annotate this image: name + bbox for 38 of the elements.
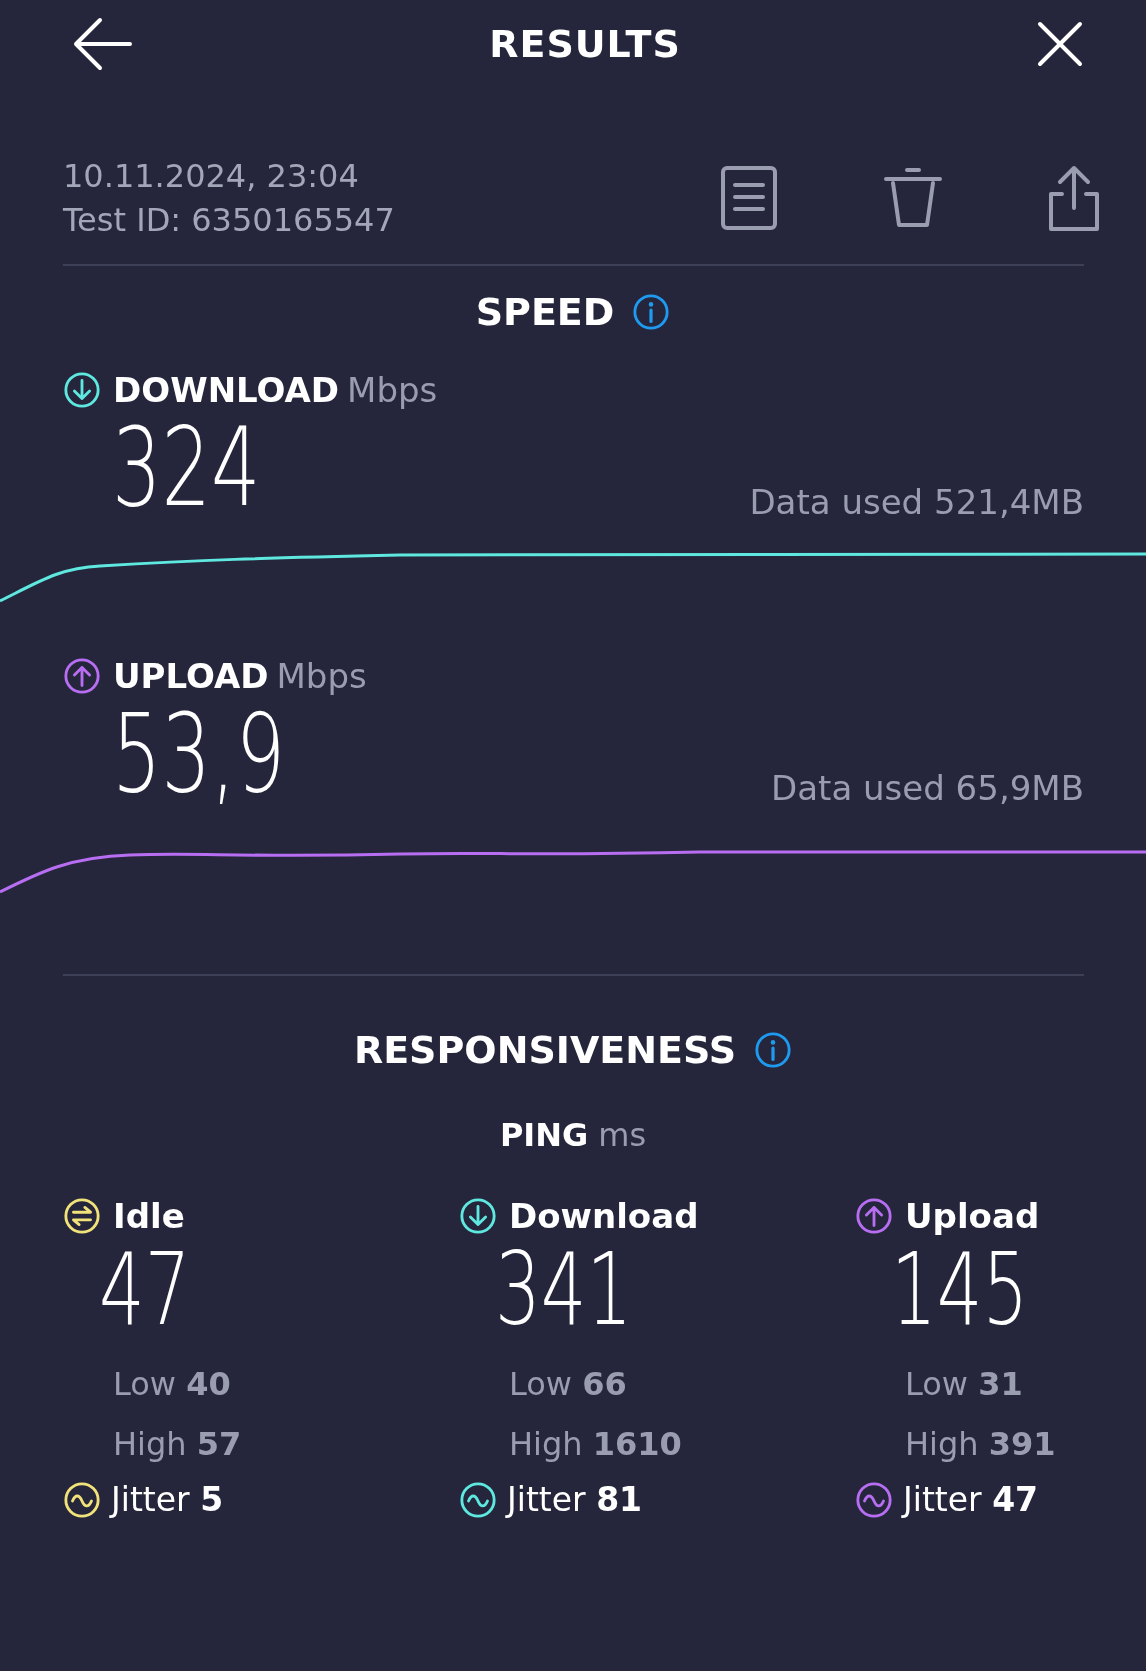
metric-label: DOWNLOAD [113, 370, 340, 410]
test-id: Test ID: 6350165547 [63, 200, 395, 241]
info-icon[interactable] [632, 293, 671, 331]
ping-high: High 1610 [508, 1424, 683, 1465]
speed-value: 324 [112, 410, 261, 526]
ping-value: 341 [494, 1236, 634, 1344]
jitter-value: Jitter 47 [903, 1480, 1039, 1519]
ping-type-label: Download [509, 1196, 699, 1236]
ping-unit: ms [598, 1116, 647, 1154]
close-icon[interactable] [1036, 20, 1084, 68]
ping-label: PING [499, 1116, 589, 1154]
data-used: Data used 521,4MB [749, 482, 1084, 524]
test-date: 10.11.2024, 23:04 [63, 156, 360, 197]
ping-value: 47 [98, 1236, 192, 1344]
data-used: Data used 65,9MB [771, 768, 1084, 810]
share-icon[interactable] [1048, 164, 1100, 232]
ping-low: Low 40 [112, 1364, 232, 1405]
jitter-value: Jitter 5 [111, 1480, 224, 1519]
ping-type-label: Idle [113, 1196, 185, 1236]
ping-low: Low 31 [904, 1364, 1024, 1405]
jitter-icon [459, 1480, 497, 1519]
ping-high: High 57 [112, 1424, 243, 1465]
speed-value: 53,9 [112, 696, 286, 812]
info-icon[interactable] [754, 1031, 793, 1069]
section-title: RESPONSIVENESS [353, 1028, 737, 1072]
metric-unit: Mbps [276, 656, 367, 696]
metric-label: UPLOAD [113, 656, 269, 696]
jitter-icon [63, 1480, 101, 1519]
ping-type-label: Upload [905, 1196, 1040, 1236]
document-icon[interactable] [720, 165, 778, 231]
ping-high: High 391 [904, 1424, 1057, 1465]
jitter-icon [855, 1480, 893, 1519]
screen-title: RESULTS [489, 22, 681, 66]
metric-unit: Mbps [347, 370, 438, 410]
ping-low: Low 66 [508, 1364, 628, 1405]
ping-value: 145 [890, 1236, 1029, 1344]
jitter-value: Jitter 81 [507, 1480, 643, 1519]
section-title: SPEED [475, 290, 615, 334]
